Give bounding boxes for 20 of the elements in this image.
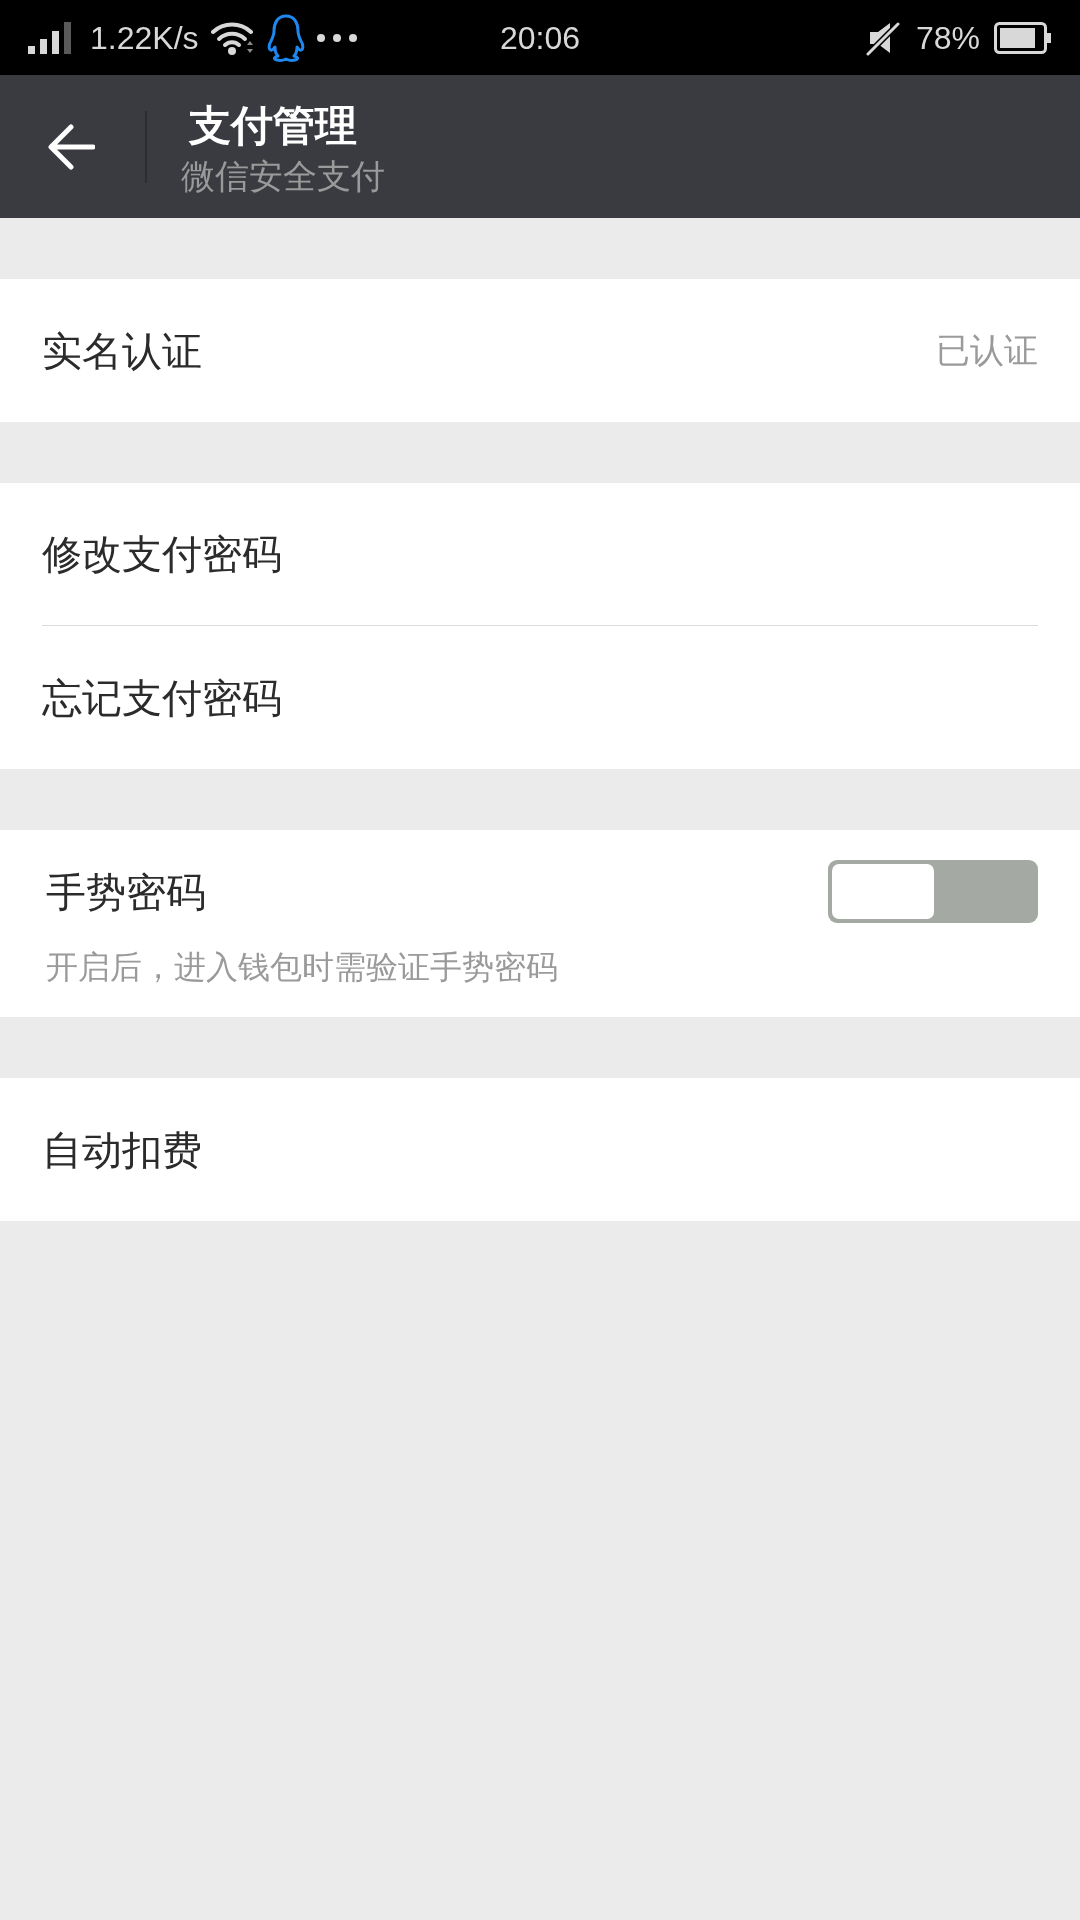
hint-text: 开启后，进入钱包时需验证手势密码 <box>46 948 559 987</box>
setting-label: 手势密码 <box>46 868 206 916</box>
page-title: 支付管理 <box>189 100 358 151</box>
battery-icon <box>994 21 1052 54</box>
back-arrow-icon <box>46 123 95 170</box>
list-item[interactable]: 忘记支付密码 <box>42 626 1038 769</box>
clock-time: 20:06 <box>499 18 581 58</box>
status-text: 已认证 <box>936 330 1038 371</box>
battery-percent: 78% <box>915 18 980 58</box>
penguin-icon <box>266 13 305 62</box>
list-item[interactable]: 自动扣费 <box>42 1078 1038 1221</box>
muted-speaker-icon <box>865 19 902 56</box>
page-subtitle: 微信安全支付 <box>181 155 385 197</box>
list-item[interactable]: 修改支付密码 <box>42 483 1038 626</box>
more-dots-icon <box>316 33 357 42</box>
network-speed: 1.22K/s <box>90 18 199 58</box>
list-item[interactable]: 实名认证 已认证 <box>42 279 1038 422</box>
toggle-switch[interactable] <box>828 860 1038 923</box>
signal-icon <box>28 21 72 54</box>
wifi-icon <box>210 20 255 55</box>
